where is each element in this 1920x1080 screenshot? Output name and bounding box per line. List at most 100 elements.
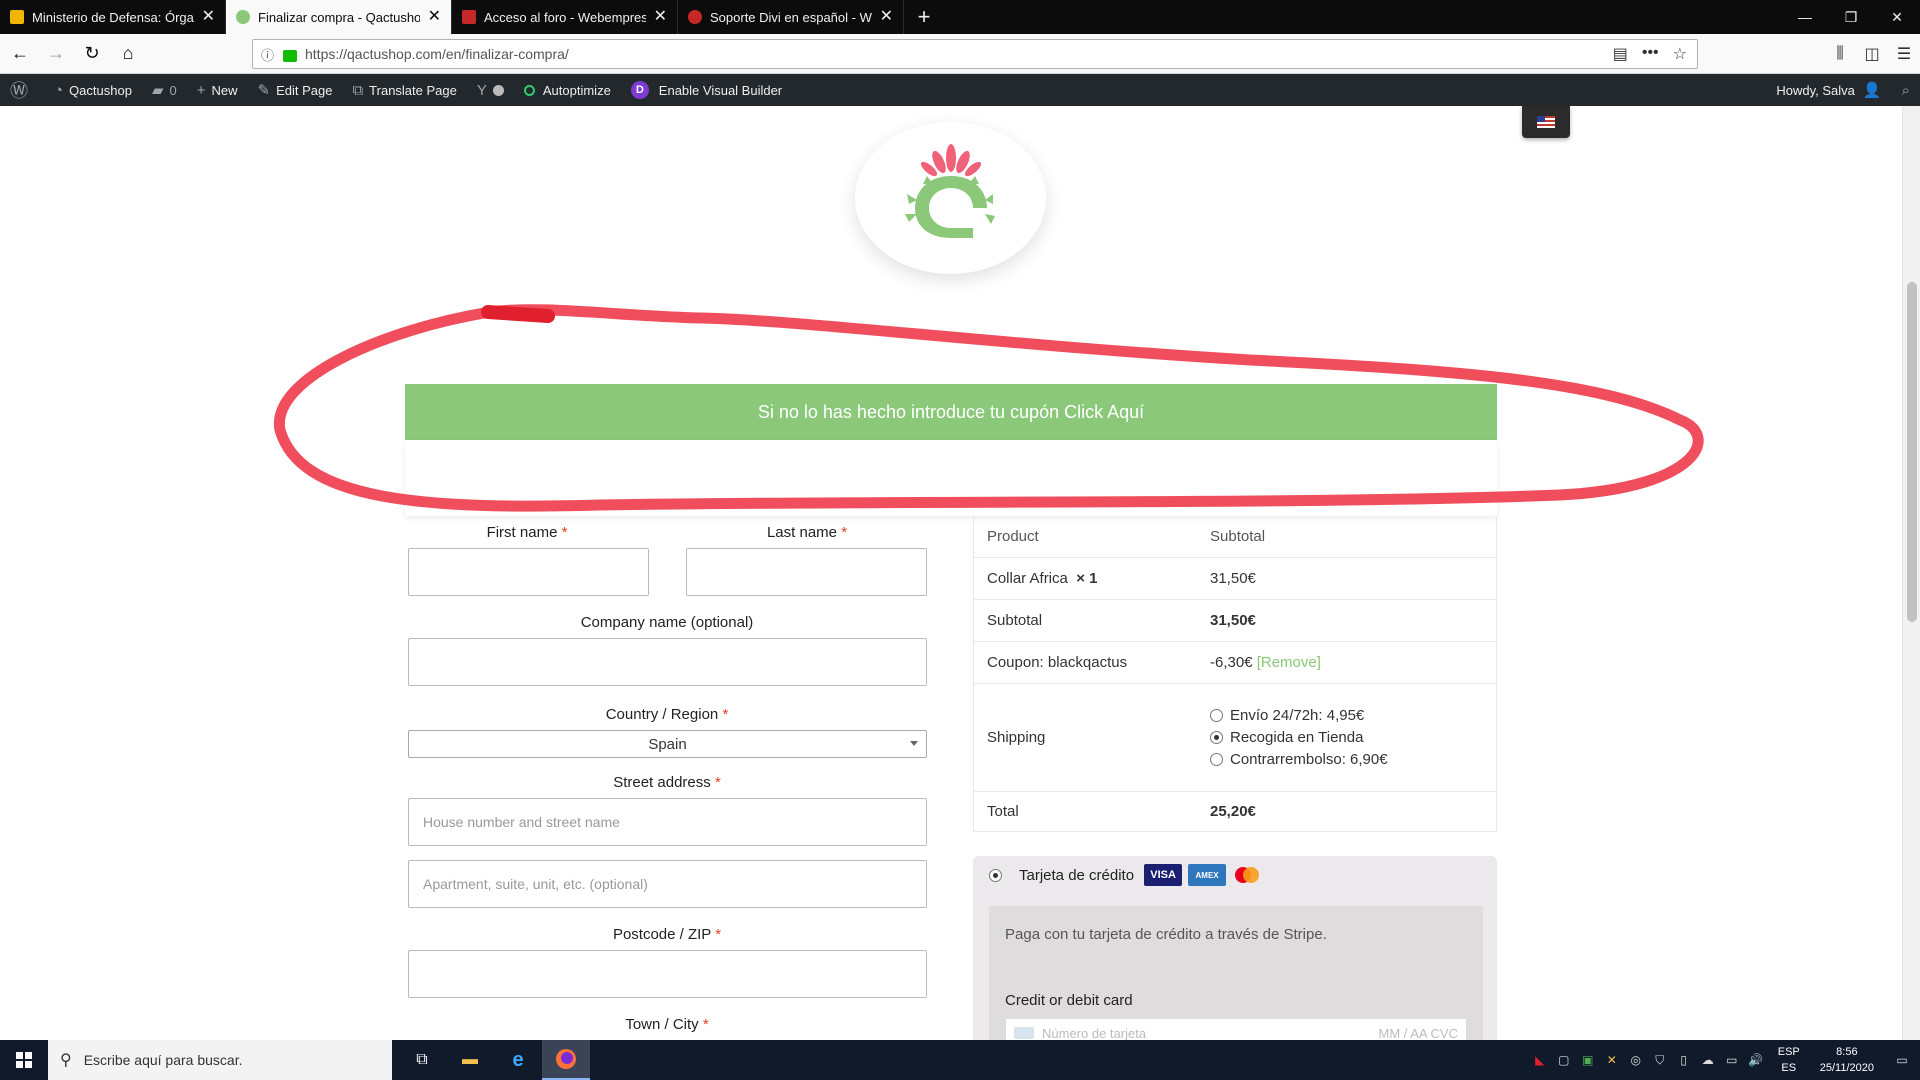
language-switcher[interactable] [1522, 106, 1570, 138]
shipping-option-express[interactable]: Envío 24/72h: 4,95€ [1210, 707, 1496, 724]
wordpress-logo-icon[interactable]: Ⓦ [0, 74, 44, 106]
total-row: Total 25,20€ [974, 792, 1496, 832]
street-address-input[interactable]: House number and street name [408, 798, 927, 846]
subtotal-label: Subtotal [987, 612, 1043, 629]
shipping-option-cod[interactable]: Contrarrembolso: 6,90€ [1210, 751, 1496, 768]
translate-page-link[interactable]: ⧉ Translate Page [342, 74, 466, 106]
remove-coupon-link[interactable]: [Remove] [1257, 654, 1321, 671]
postcode-label: Postcode / ZIP * [405, 926, 929, 943]
new-tab-button[interactable]: + [904, 0, 944, 34]
close-tab-icon[interactable]: ✕ [880, 9, 893, 25]
usb-icon[interactable]: ▯ [1672, 1053, 1696, 1067]
system-tray: ◣ ▢ ▣ ✕ ◎ ⛉ ▯ ☁ ▭ 🔊 ESP ES 8:56 25/11/20… [1528, 1040, 1920, 1080]
sync-icon[interactable]: ◎ [1624, 1053, 1648, 1067]
browser-tab[interactable]: Ministerio de Defensa: Órgano ✕ [0, 0, 226, 34]
last-name-input[interactable] [686, 548, 927, 596]
back-icon[interactable]: ← [4, 38, 36, 70]
internet-explorer-icon[interactable]: e [494, 1040, 542, 1080]
minimize-icon[interactable]: — [1782, 0, 1828, 34]
radio-button[interactable] [1210, 753, 1223, 766]
company-input[interactable] [408, 638, 927, 686]
taskbar-search-placeholder: Escribe aquí para buscar. [83, 1052, 243, 1068]
browser-tab-active[interactable]: Finalizar compra - Qactushop ✕ [226, 0, 452, 34]
country-select[interactable]: Spain [408, 730, 927, 758]
coupon-toggle-banner[interactable]: Si no lo has hecho introduce tu cupón Cl… [405, 384, 1497, 440]
cloud-icon[interactable]: ☁ [1696, 1053, 1720, 1067]
city-label: Town / City * [405, 1016, 929, 1033]
restore-icon[interactable]: ❐ [1828, 0, 1874, 34]
visa-icon: VISA [1144, 864, 1183, 886]
reload-icon[interactable]: ↻ [76, 38, 108, 70]
total-value: 25,20€ [1210, 803, 1256, 820]
stripe-payment-box: Paga con tu tarjeta de crédito a través … [989, 906, 1483, 1040]
reader-view-icon[interactable]: ▤ [1613, 44, 1628, 64]
radio-button-selected[interactable] [1210, 731, 1223, 744]
menu-icon[interactable]: ☰ [1888, 44, 1920, 64]
network-icon[interactable]: ▭ [1720, 1053, 1744, 1067]
mcafee-icon[interactable]: ◣ [1528, 1053, 1552, 1067]
forward-icon[interactable]: → [40, 38, 72, 70]
close-tab-icon[interactable]: ✕ [428, 9, 441, 25]
start-button[interactable] [0, 1040, 48, 1080]
radio-button-selected[interactable] [989, 868, 1002, 882]
browser-tab[interactable]: Soporte Divi en español - WPFa ✕ [678, 0, 904, 34]
windows-taskbar: ⚲ Escribe aquí para buscar. ⧉ ▬ e ◣ ▢ ▣ … [0, 1040, 1920, 1080]
shipping-option-pickup[interactable]: Recogida en Tienda [1210, 729, 1496, 746]
input-language[interactable]: ESP ES [1778, 1044, 1800, 1076]
file-explorer-icon[interactable]: ▬ [446, 1040, 494, 1080]
card-number-input[interactable]: Número de tarjeta MM / AA CVC [1005, 1018, 1467, 1040]
site-logo[interactable] [855, 122, 1046, 274]
city-label-text: Town / City [625, 1016, 699, 1033]
required-mark: * [561, 524, 568, 541]
wp-admin-bar: Ⓦ ◔ Qactushop ▰ 0 + New ✎ Edit Page ⧉ Transla… [0, 74, 1920, 106]
system-clock[interactable]: 8:56 25/11/2020 [1820, 1044, 1874, 1076]
autoptimize-link[interactable]: Autoptimize [514, 74, 621, 106]
new-content-link[interactable]: + New [187, 74, 248, 106]
close-window-icon[interactable]: ✕ [1874, 0, 1920, 34]
page-actions-icon[interactable]: ••• [1642, 44, 1659, 64]
us-flag-icon [1537, 116, 1555, 128]
excel-icon[interactable]: ▣ [1576, 1053, 1600, 1067]
taskbar-search[interactable]: ⚲ Escribe aquí para buscar. [48, 1040, 392, 1080]
visual-builder-link[interactable]: D Enable Visual Builder [621, 74, 792, 106]
clock-date: 25/11/2020 [1819, 1062, 1874, 1074]
site-info-icon[interactable]: ⓘ [261, 45, 279, 64]
payment-method-credit-card[interactable]: Tarjeta de crédito VISA AMEX [989, 864, 1262, 886]
page-scrollbar[interactable] [1902, 106, 1920, 1040]
required-mark: * [714, 774, 721, 791]
bookmark-star-icon[interactable]: ☆ [1673, 44, 1687, 64]
browser-tab[interactable]: Acceso al foro - Webempresa E ✕ [452, 0, 678, 34]
apartment-input[interactable]: Apartment, suite, unit, etc. (optional) [408, 860, 927, 908]
document-icon[interactable]: ▢ [1552, 1053, 1576, 1067]
search-icon[interactable]: ⌕ [1892, 74, 1920, 106]
close-tab-icon[interactable]: ✕ [654, 9, 667, 25]
radio-button[interactable] [1210, 709, 1223, 722]
scrollbar-thumb[interactable] [1907, 282, 1917, 622]
address-bar[interactable]: ⓘ https://qactushop.com/en/finalizar-com… [252, 39, 1698, 69]
coupon-banner-text[interactable]: Si no lo has hecho introduce tu cupón Cl… [758, 402, 1144, 423]
tool-icon[interactable]: ✕ [1600, 1053, 1624, 1067]
browser-tab-strip: Ministerio de Defensa: Órgano ✕ Finaliza… [0, 0, 1920, 34]
library-icon[interactable]: ⫼ [1824, 45, 1856, 63]
yoast-seo-link[interactable]: Y [467, 74, 514, 106]
task-view-icon[interactable]: ⧉ [398, 1040, 446, 1080]
postcode-label-text: Postcode / ZIP [612, 926, 712, 943]
url-text[interactable]: https://qactushop.com/en/finalizar-compr… [305, 46, 1613, 62]
postcode-input[interactable] [408, 950, 927, 998]
notifications-icon[interactable]: ▭ [1884, 1053, 1920, 1067]
coupon-form-area [405, 440, 1497, 516]
language-code: ESP [1777, 1046, 1800, 1058]
sidebar-icon[interactable]: ◫ [1856, 44, 1888, 64]
volume-icon[interactable]: 🔊 [1744, 1053, 1768, 1067]
account-link[interactable]: Howdy, Salva 👤 [1766, 74, 1891, 106]
firefox-icon[interactable] [542, 1040, 590, 1080]
comments-link[interactable]: ▰ 0 [142, 74, 187, 106]
first-name-input[interactable] [408, 548, 649, 596]
site-name-link[interactable]: ◔ Qactushop [44, 74, 142, 106]
security-shield-icon[interactable]: ⛉ [1648, 1053, 1672, 1068]
home-icon[interactable]: ⌂ [112, 38, 144, 70]
required-mark: * [722, 706, 729, 723]
close-tab-icon[interactable]: ✕ [202, 9, 215, 25]
edit-page-link[interactable]: ✎ Edit Page [248, 74, 343, 106]
shipping-label: Shipping [987, 729, 1046, 746]
